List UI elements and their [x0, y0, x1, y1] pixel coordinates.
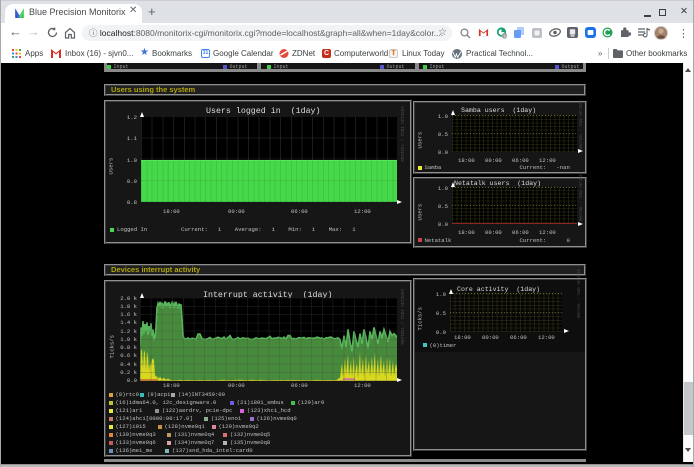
svg-text:12: 12 [503, 34, 508, 39]
